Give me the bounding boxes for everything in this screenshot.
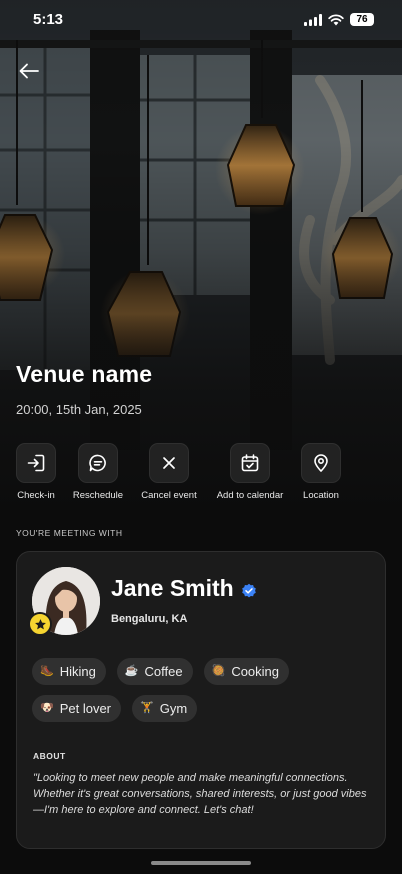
about-text: "Looking to meet new people and make mea…: [33, 772, 367, 816]
close-icon: [163, 457, 175, 469]
status-bar: 5:13 76: [0, 0, 402, 42]
interest-tag: ☕ Coffee: [116, 658, 193, 685]
verified-badge-icon: [242, 583, 256, 598]
cancel-event-button[interactable]: Cancel event: [124, 443, 214, 501]
calendar-check-icon: [241, 454, 259, 472]
action-label: Reschedule: [72, 490, 124, 501]
check-in-icon: [27, 454, 45, 472]
person-name: Jane Smith: [111, 575, 234, 601]
battery-indicator: 76: [350, 13, 374, 26]
action-label: Add to calendar: [216, 490, 284, 501]
venue-name: Venue name: [16, 361, 153, 387]
hiking-boot-icon: 🥾: [40, 665, 54, 677]
interest-label: Gym: [159, 701, 188, 716]
coffee-icon: ☕: [124, 665, 139, 677]
meeting-heading: YOU'RE MEETING WITH: [16, 528, 123, 538]
star-badge: [28, 612, 52, 636]
arrow-left-icon: [19, 63, 39, 79]
interest-tag: 🐶 Pet lover: [32, 695, 122, 722]
interest-label: Cooking: [231, 664, 280, 679]
wifi-icon: [328, 13, 344, 25]
interest-tag: 🏋 Gym: [132, 695, 198, 722]
map-pin-icon: [314, 454, 328, 472]
person-location: Bengaluru, KA: [111, 613, 188, 625]
location-button[interactable]: Location: [276, 443, 366, 501]
status-icons: 76: [304, 13, 374, 26]
action-label: Location: [303, 490, 339, 501]
cooking-icon: 🥘: [211, 665, 226, 677]
signal-icon: [304, 13, 322, 26]
chat-bubble-icon: [89, 454, 106, 472]
action-bar: Check-in Reschedule Cancel event Add to …: [0, 443, 402, 503]
interest-tag: 🥘 Cooking: [203, 658, 290, 685]
status-time: 5:13: [33, 11, 64, 28]
star-icon: [34, 618, 46, 629]
action-label: Check-in: [17, 490, 55, 501]
home-indicator[interactable]: [151, 861, 251, 865]
action-label: Cancel event: [141, 490, 197, 501]
interest-tags: 🥾 Hiking ☕ Coffee 🥘 Cooking 🐶 Pet lover …: [32, 658, 372, 722]
interest-tag: 🥾 Hiking: [32, 658, 106, 685]
back-button[interactable]: [14, 56, 44, 86]
interest-label: Coffee: [144, 664, 183, 679]
venue-datetime: 20:00, 15th Jan, 2025: [16, 402, 142, 417]
dog-icon: 🐶: [40, 702, 54, 714]
interest-label: Hiking: [59, 664, 96, 679]
interest-label: Pet lover: [59, 701, 112, 716]
profile-card[interactable]: Jane Smith Bengaluru, KA 🥾 Hiking ☕ Coff…: [16, 551, 386, 849]
about-heading: ABOUT: [33, 751, 66, 761]
weightlifter-icon: 🏋: [140, 702, 154, 714]
avatar-container[interactable]: [28, 567, 100, 636]
